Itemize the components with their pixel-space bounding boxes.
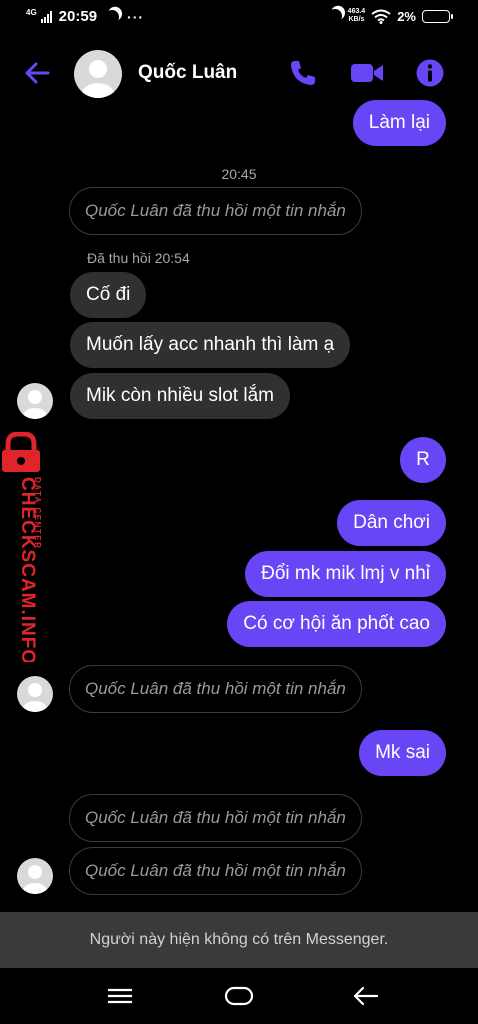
outgoing-message[interactable]: Có cơ hội ăn phốt cao (227, 601, 446, 647)
sender-avatar[interactable] (17, 676, 53, 712)
outgoing-message[interactable]: Làm lại (352, 100, 446, 146)
incoming-message[interactable]: Cố đi (70, 272, 147, 318)
default-avatar-icon (82, 60, 114, 98)
checkscam-watermark: CHECKSCAM.INFO DATA CENTER (0, 431, 52, 665)
recalled-label: Đã thu hồi 20:54 (87, 250, 190, 266)
contact-name[interactable]: Quốc Luân (138, 62, 237, 84)
wifi-icon (371, 9, 391, 24)
outgoing-message[interactable]: Mk sai (359, 730, 446, 776)
status-time: 20:59 (58, 8, 98, 25)
message-timestamp: 20:45 (221, 166, 257, 182)
speed-value: 463.4 (347, 8, 366, 15)
unsent-message-notice[interactable]: Quốc Luân đã thu hồi một tin nhắn (69, 847, 362, 895)
sender-avatar[interactable] (17, 383, 53, 419)
watermark-sub-text: DATA CENTER (33, 477, 42, 549)
system-navbar (0, 968, 478, 1024)
outgoing-message[interactable]: Đổi mk mik lmj v nhỉ (245, 551, 446, 597)
more-notifications-icon: ··· (127, 8, 145, 25)
unavailable-banner: Người này hiện không có trên Messenger. (0, 912, 478, 968)
unsent-message-notice[interactable]: Quốc Luân đã thu hồi một tin nhắn (69, 665, 362, 713)
network-speed: 463.4 KB/s (348, 8, 366, 24)
video-camera-icon[interactable] (350, 58, 384, 88)
moon-icon (103, 8, 121, 26)
watermark-logo: CHECKSCAM.INFO DATA CENTER (2, 431, 42, 665)
phone-icon[interactable] (288, 58, 318, 88)
outgoing-message[interactable]: R (400, 437, 446, 483)
incoming-message[interactable]: Muốn lấy acc nhanh thì làm ạ (70, 322, 351, 368)
menu-icon[interactable] (105, 982, 135, 1010)
default-avatar-icon (23, 865, 47, 894)
dnd-moon-icon (326, 7, 344, 25)
default-avatar-icon (23, 390, 47, 419)
info-icon[interactable] (415, 58, 445, 88)
battery-icon (422, 9, 453, 23)
back-icon[interactable] (351, 982, 381, 1010)
outgoing-message[interactable]: Dân chơi (337, 500, 446, 546)
status-right: 463.4 KB/s 2% (324, 7, 453, 25)
unsent-message-notice[interactable]: Quốc Luân đã thu hồi một tin nhắn (69, 187, 362, 235)
back-arrow-icon[interactable] (22, 58, 52, 88)
contact-avatar[interactable] (74, 50, 122, 98)
battery-percent: 2% (397, 8, 416, 24)
status-bar: 4G 20:59 ··· 463.4 KB/s 2% (0, 0, 478, 38)
speed-unit: KB/s (348, 16, 365, 23)
home-icon[interactable] (223, 982, 255, 1010)
unsent-message-notice[interactable]: Quốc Luân đã thu hồi một tin nhắn (69, 794, 362, 842)
incoming-message[interactable]: Mik còn nhiều slot lắm (70, 373, 290, 419)
network-type: 4G (26, 7, 37, 17)
signal-icon (40, 10, 52, 23)
sender-avatar[interactable] (17, 858, 53, 894)
default-avatar-icon (23, 683, 47, 712)
status-left: 4G 20:59 ··· (26, 8, 144, 25)
